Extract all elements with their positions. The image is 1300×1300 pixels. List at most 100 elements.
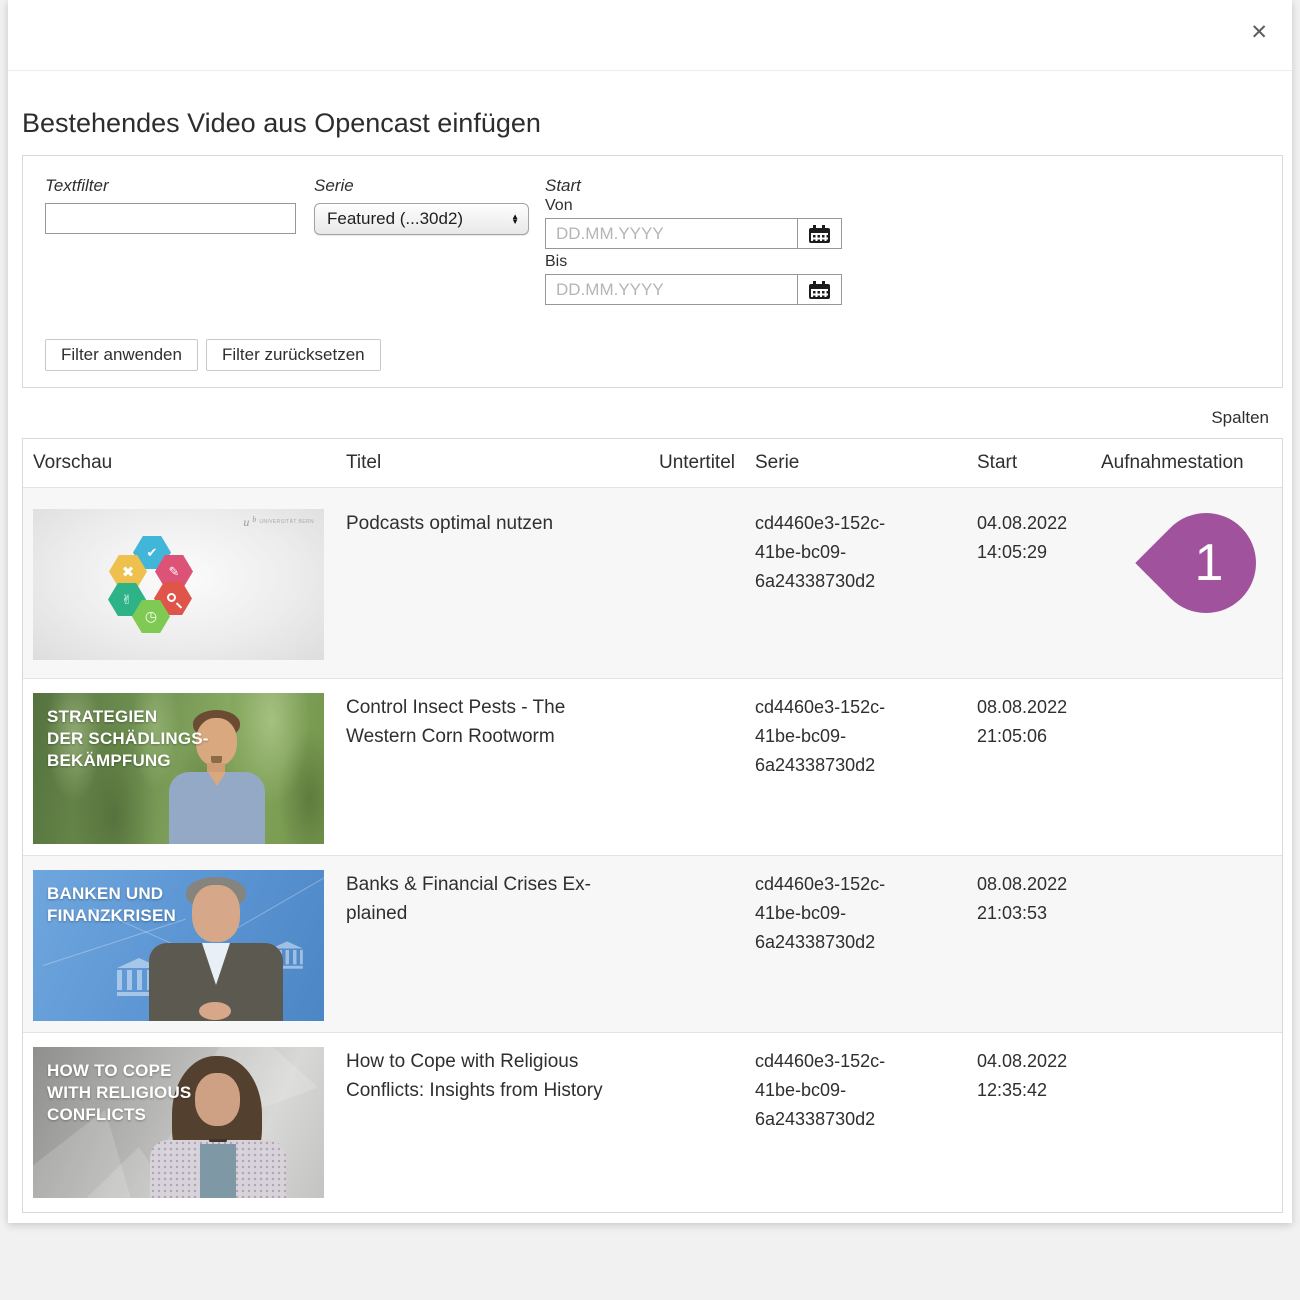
aufnahmestation-cell bbox=[1083, 488, 1282, 678]
presenter-shirt bbox=[200, 1144, 236, 1198]
untertitel-cell bbox=[630, 1033, 737, 1209]
presenter-shirt bbox=[169, 772, 265, 844]
start-datetime: 04.08.2022 14:05:29 bbox=[977, 509, 1089, 567]
vorschau-cell: u b UNIVERSITÄT BERN ✔ ✖ ✎ ✌ ◷ bbox=[23, 488, 336, 678]
serie-id: cd4460e3-152c-41be-bc09-6a24338730d2 bbox=[755, 693, 913, 779]
aufnahmestation-cell bbox=[1083, 679, 1282, 855]
logo-text: UNIVERSITÄT BERN bbox=[259, 519, 314, 525]
vorschau-cell: BANKEN UND FINANZKRISEN bbox=[23, 856, 336, 1032]
video-thumbnail[interactable]: BANKEN UND FINANZKRISEN bbox=[33, 870, 324, 1021]
titel-cell: Banks & Financial Crises Ex­plained bbox=[336, 856, 630, 1032]
filter-buttons: Filter anwenden Filter zurücksetzen bbox=[45, 339, 381, 371]
arrow-down-icon: ▼ bbox=[511, 219, 519, 224]
serie-select[interactable]: Featured (...30d2) ▲ ▼ bbox=[314, 203, 529, 235]
table-row[interactable]: u b UNIVERSITÄT BERN ✔ ✖ ✎ ✌ ◷ Podcasts … bbox=[23, 487, 1282, 678]
close-icon[interactable]: ✕ bbox=[1250, 22, 1268, 43]
titel-cell: How to Cope with Religious Conflicts: In… bbox=[336, 1033, 630, 1209]
serie-cell: cd4460e3-152c-41be-bc09-6a24338730d2 bbox=[737, 679, 959, 855]
serie-id: cd4460e3-152c-41be-bc09-6a24338730d2 bbox=[755, 1047, 913, 1133]
start-cell: 04.08.2022 14:05:29 bbox=[959, 488, 1083, 678]
modal-header: ✕ bbox=[8, 0, 1292, 71]
video-table: Vorschau Titel Untertitel Serie Start Au… bbox=[22, 438, 1283, 1213]
column-header-start: Start bbox=[959, 439, 1083, 487]
page-title: Bestehendes Video aus Opencast einfügen bbox=[22, 108, 541, 139]
video-title: Banks & Financial Crises Ex­plained bbox=[346, 870, 614, 929]
thumbnail-overlay-text: STRATEGIEN DER SCHÄDLINGS- BEKÄMPFUNG bbox=[47, 706, 209, 772]
start-datetime: 08.08.2022 21:05:06 bbox=[977, 693, 1089, 751]
video-title: Control Insect Pests - The Western Corn … bbox=[346, 693, 614, 752]
column-header-serie: Serie bbox=[737, 439, 959, 487]
network-line bbox=[233, 875, 324, 931]
magnifier-glyph bbox=[167, 593, 176, 602]
university-bern-logo: u b UNIVERSITÄT BERN bbox=[243, 517, 314, 527]
overlay-line: BEKÄMPFUNG bbox=[47, 750, 209, 772]
start-label: Start bbox=[545, 176, 842, 196]
serie-group: Serie Featured (...30d2) ▲ ▼ bbox=[314, 176, 529, 235]
aufnahmestation-cell bbox=[1083, 856, 1282, 1032]
bis-calendar-button[interactable] bbox=[797, 274, 842, 305]
titel-cell: Control Insect Pests - The Western Corn … bbox=[336, 679, 630, 855]
select-arrows-icon: ▲ ▼ bbox=[511, 214, 519, 224]
apply-filter-button[interactable]: Filter anwenden bbox=[45, 339, 198, 371]
video-thumbnail[interactable]: STRATEGIEN DER SCHÄDLINGS- BEKÄMPFUNG bbox=[33, 693, 324, 844]
overlay-line: FINANZKRISEN bbox=[47, 905, 176, 927]
bis-date-inputgroup bbox=[545, 274, 842, 305]
spalten-link[interactable]: Spalten bbox=[1211, 408, 1269, 428]
bis-label: Bis bbox=[545, 253, 842, 271]
start-datetime: 04.08.2022 12:35:42 bbox=[977, 1047, 1089, 1105]
overlay-line: HOW TO COPE bbox=[47, 1060, 191, 1082]
check-glyph: ✔ bbox=[147, 545, 158, 561]
overlay-line: DER SCHÄDLINGS- bbox=[47, 728, 209, 750]
opencast-insert-modal: ✕ Bestehendes Video aus Opencast einfüge… bbox=[8, 0, 1292, 1223]
untertitel-cell bbox=[630, 488, 737, 678]
clock-glyph: ◷ bbox=[145, 608, 157, 625]
aufnahmestation-cell bbox=[1083, 1033, 1282, 1209]
video-title: Podcasts optimal nutzen bbox=[346, 509, 614, 538]
start-cell: 08.08.2022 21:05:06 bbox=[959, 679, 1083, 855]
von-date-inputgroup bbox=[545, 218, 842, 249]
table-row[interactable]: HOW TO COPE WITH RELIGIOUS CONFLICTS How… bbox=[23, 1032, 1282, 1209]
start-cell: 04.08.2022 12:35:42 bbox=[959, 1033, 1083, 1209]
serie-cell: cd4460e3-152c-41be-bc09-6a24338730d2 bbox=[737, 1033, 959, 1209]
pencil-glyph: ✎ bbox=[169, 564, 180, 580]
serie-cell: cd4460e3-152c-41be-bc09-6a24338730d2 bbox=[737, 856, 959, 1032]
von-date-input[interactable] bbox=[545, 218, 798, 249]
textfilter-group: Textfilter bbox=[45, 176, 296, 234]
von-label: Von bbox=[545, 197, 842, 215]
video-title: How to Cope with Religious Conflicts: In… bbox=[346, 1047, 614, 1106]
presenter-face bbox=[195, 1073, 240, 1126]
column-header-vorschau: Vorschau bbox=[23, 439, 336, 487]
table-row[interactable]: BANKEN UND FINANZKRISEN Banks & Financia… bbox=[23, 855, 1282, 1032]
serie-label: Serie bbox=[314, 176, 529, 196]
overlay-line: STRATEGIEN bbox=[47, 706, 209, 728]
filter-panel: Textfilter Serie Featured (...30d2) ▲ ▼ … bbox=[22, 155, 1283, 388]
overlay-line: WITH RELIGIOUS bbox=[47, 1082, 191, 1104]
presenter-face bbox=[192, 885, 240, 942]
video-thumbnail[interactable]: u b UNIVERSITÄT BERN ✔ ✖ ✎ ✌ ◷ bbox=[33, 509, 324, 660]
thumbnail-overlay-text: HOW TO COPE WITH RELIGIOUS CONFLICTS bbox=[47, 1060, 191, 1126]
thumbnail-overlay-text: BANKEN UND FINANZKRISEN bbox=[47, 883, 176, 927]
table-row[interactable]: STRATEGIEN DER SCHÄDLINGS- BEKÄMPFUNG Co… bbox=[23, 678, 1282, 855]
column-header-titel: Titel bbox=[336, 439, 630, 487]
start-date-group: Start Von Bis bbox=[545, 176, 842, 309]
column-header-untertitel: Untertitel bbox=[630, 439, 737, 487]
logo-b: b bbox=[252, 517, 256, 523]
vorschau-cell: STRATEGIEN DER SCHÄDLINGS- BEKÄMPFUNG bbox=[23, 679, 336, 855]
reset-filter-button[interactable]: Filter zurücksetzen bbox=[206, 339, 381, 371]
hand-glyph: ✌ bbox=[122, 592, 133, 608]
textfilter-input[interactable] bbox=[45, 203, 296, 234]
presenter-necklace bbox=[209, 1139, 227, 1142]
untertitel-cell bbox=[630, 679, 737, 855]
logo-u: u bbox=[243, 517, 249, 527]
bis-date-input[interactable] bbox=[545, 274, 798, 305]
table-header-row: Vorschau Titel Untertitel Serie Start Au… bbox=[23, 439, 1282, 487]
start-cell: 08.08.2022 21:03:53 bbox=[959, 856, 1083, 1032]
video-thumbnail[interactable]: HOW TO COPE WITH RELIGIOUS CONFLICTS bbox=[33, 1047, 324, 1198]
textfilter-label: Textfilter bbox=[45, 176, 296, 196]
serie-selected-value: Featured (...30d2) bbox=[327, 209, 463, 229]
calendar-icon bbox=[809, 284, 830, 299]
vorschau-cell: HOW TO COPE WITH RELIGIOUS CONFLICTS bbox=[23, 1033, 336, 1209]
von-calendar-button[interactable] bbox=[797, 218, 842, 249]
untertitel-cell bbox=[630, 856, 737, 1032]
titel-cell: Podcasts optimal nutzen bbox=[336, 488, 630, 678]
